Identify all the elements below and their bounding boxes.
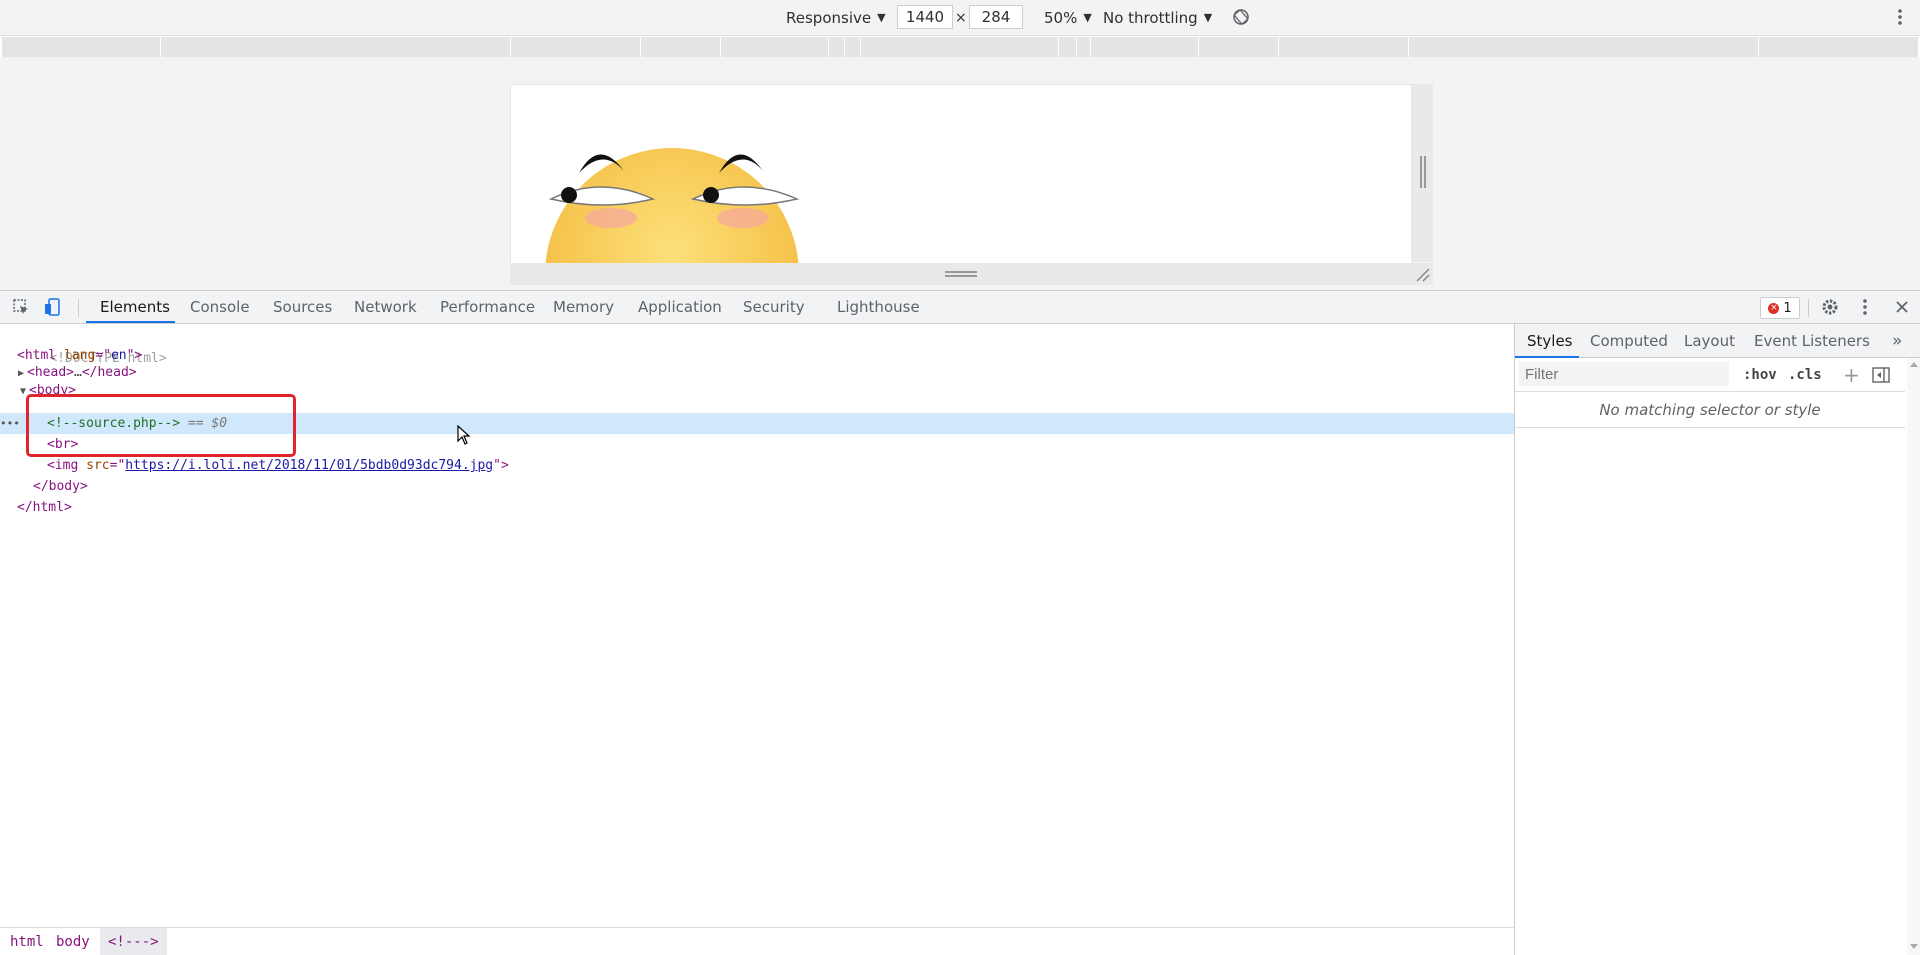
dom-img-node[interactable]: <img src="https://i.loli.net/2018/11/01/… xyxy=(47,455,509,476)
settings-gear-icon[interactable] xyxy=(1819,296,1841,318)
dom-body-close[interactable]: </body> xyxy=(33,476,88,497)
zoom-label: 50% xyxy=(1044,8,1078,27)
error-icon: × xyxy=(1768,302,1780,314)
styles-filter-input[interactable] xyxy=(1519,362,1729,386)
zoom-select[interactable]: 50% ▼ xyxy=(1044,0,1092,35)
emoji-image xyxy=(545,148,800,263)
height-input[interactable]: 284 xyxy=(969,5,1023,29)
chevron-down-icon: ▼ xyxy=(1083,11,1092,24)
device-select[interactable]: Responsive ▼ xyxy=(786,0,886,35)
viewport-resize-right[interactable] xyxy=(1411,84,1433,262)
throttling-label: No throttling xyxy=(1103,8,1198,27)
dom-html-close[interactable]: </html> xyxy=(17,497,72,518)
hov-toggle[interactable]: :hov xyxy=(1743,358,1777,392)
breadcrumb: html body <!---> xyxy=(0,927,1514,955)
breadcrumb-body[interactable]: body xyxy=(54,928,92,955)
cls-toggle[interactable]: .cls xyxy=(1788,358,1822,392)
styles-scrollbar[interactable] xyxy=(1907,358,1920,955)
scroll-down-icon xyxy=(1910,944,1918,949)
more-tabs-icon[interactable]: » xyxy=(1892,324,1902,358)
no-styles-message: No matching selector or style xyxy=(1515,392,1905,428)
inspect-element-icon[interactable] xyxy=(10,296,32,318)
expand-triangle-icon: ▶ xyxy=(18,368,25,379)
row-actions-dots[interactable]: ••• xyxy=(0,413,20,434)
device-toolbar-toggle-icon[interactable] xyxy=(42,296,64,318)
error-badge[interactable]: × 1 xyxy=(1760,297,1800,319)
tab-elements[interactable]: Elements xyxy=(100,291,170,323)
mouse-cursor-icon xyxy=(456,424,472,446)
device-viewport-area xyxy=(0,57,1920,290)
rotate-icon[interactable] xyxy=(1230,6,1252,28)
dimension-separator: × xyxy=(955,9,967,26)
device-toolbar: Responsive ▼ 1440 × 284 50% ▼ No throttl… xyxy=(0,0,1920,36)
error-count: 1 xyxy=(1783,300,1792,316)
tab-console[interactable]: Console xyxy=(190,291,250,323)
viewport-resize-bottom[interactable] xyxy=(510,263,1433,285)
tab-lighthouse[interactable]: Lighthouse xyxy=(837,291,920,323)
tab-layout[interactable]: Layout xyxy=(1684,324,1735,358)
tab-styles[interactable]: Styles xyxy=(1527,324,1573,358)
throttling-select[interactable]: No throttling ▼ xyxy=(1103,0,1212,35)
device-label: Responsive xyxy=(786,8,872,27)
tab-sources[interactable]: Sources xyxy=(273,291,332,323)
img-src-link[interactable]: https://i.loli.net/2018/11/01/5bdb0d93dc… xyxy=(125,458,493,473)
tab-network[interactable]: Network xyxy=(354,291,417,323)
breadcrumb-html[interactable]: html xyxy=(8,928,46,955)
media-query-ruler[interactable] xyxy=(2,37,1918,57)
chevron-down-icon: ▼ xyxy=(877,11,886,24)
tab-application[interactable]: Application xyxy=(638,291,722,323)
chevron-down-icon: ▼ xyxy=(1203,11,1213,24)
close-devtools-icon[interactable] xyxy=(1891,296,1913,318)
styles-sidebar: Styles Computed Layout Event Listeners »… xyxy=(1514,324,1920,955)
tab-performance[interactable]: Performance xyxy=(440,291,535,323)
devtools-tab-bar: Elements Console Sources Network Perform… xyxy=(0,290,1920,324)
more-options-icon[interactable] xyxy=(1890,6,1910,28)
tab-memory[interactable]: Memory xyxy=(553,291,614,323)
collapse-triangle-icon: ▼ xyxy=(20,386,27,397)
highlight-annotation-box xyxy=(26,394,296,457)
resize-corner-icon[interactable] xyxy=(1415,267,1431,283)
styles-tab-bar: Styles Computed Layout Event Listeners » xyxy=(1515,324,1920,358)
tab-security[interactable]: Security xyxy=(743,291,805,323)
customize-devtools-icon[interactable] xyxy=(1855,296,1875,318)
tab-event-listeners[interactable]: Event Listeners xyxy=(1754,324,1870,358)
new-style-rule-icon[interactable]: + xyxy=(1843,358,1860,392)
tab-computed[interactable]: Computed xyxy=(1590,324,1668,358)
styles-filter-bar: :hov .cls + xyxy=(1515,358,1905,392)
scroll-up-icon xyxy=(1910,362,1918,367)
toggle-computed-sidebar-icon[interactable] xyxy=(1871,366,1891,384)
emulated-page[interactable] xyxy=(510,84,1413,264)
breadcrumb-comment[interactable]: <!---> xyxy=(100,928,167,955)
elements-dom-tree: <!DOCTYPE html> <html lang="en"> ▶ <head>… xyxy=(0,324,1514,927)
width-input[interactable]: 1440 xyxy=(897,5,953,29)
